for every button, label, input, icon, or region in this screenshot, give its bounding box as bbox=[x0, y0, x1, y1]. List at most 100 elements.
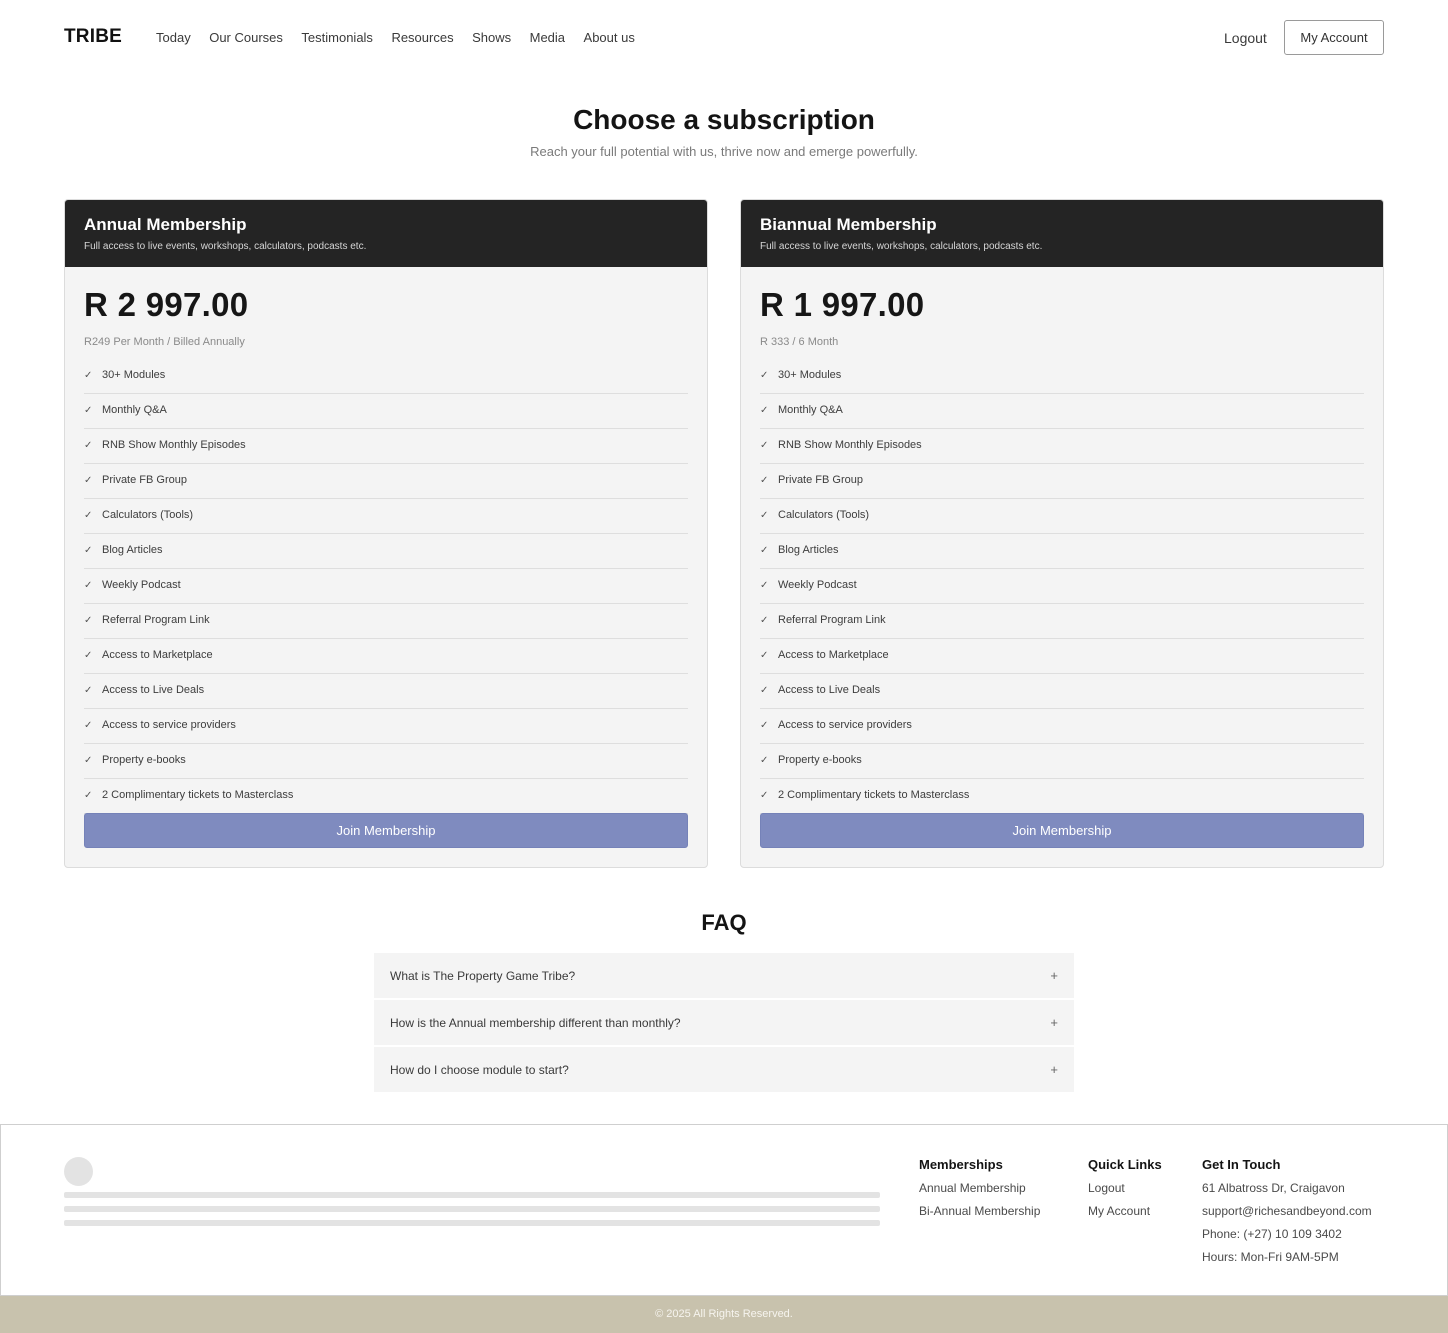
join-annual-button[interactable]: Join Membership bbox=[84, 813, 688, 848]
feature-label: Weekly Podcast bbox=[778, 579, 857, 591]
feature-item: ✓ Property e-books bbox=[760, 744, 1364, 779]
my-account-button[interactable]: My Account bbox=[1284, 20, 1384, 55]
nav-item-today[interactable]: Today bbox=[156, 30, 191, 45]
check-icon: ✓ bbox=[760, 719, 769, 731]
main-nav: Today Our Courses Testimonials Resources… bbox=[156, 30, 653, 45]
footer-heading: Get In Touch bbox=[1202, 1157, 1281, 1172]
check-icon: ✓ bbox=[84, 579, 93, 591]
faq-item[interactable]: How is the Annual membership different t… bbox=[374, 1000, 1074, 1045]
footer-email[interactable]: support@richesandbeyond.com bbox=[1202, 1204, 1372, 1218]
check-icon: ✓ bbox=[84, 754, 93, 766]
feature-item: ✓ Blog Articles bbox=[760, 534, 1364, 569]
nav-item-testimonials[interactable]: Testimonials bbox=[301, 30, 373, 45]
check-icon: ✓ bbox=[760, 649, 769, 661]
feature-item: ✓ RNB Show Monthly Episodes bbox=[760, 429, 1364, 464]
footer-text-placeholder bbox=[64, 1192, 880, 1198]
feature-label: Monthly Q&A bbox=[778, 404, 843, 416]
feature-list: ✓ 30+ Modules ✓ Monthly Q&A ✓ RNB Show Mont… bbox=[760, 359, 1364, 814]
feature-label: Referral Program Link bbox=[778, 614, 886, 626]
feature-label: Private FB Group bbox=[102, 474, 187, 486]
footer-link-annual[interactable]: Annual Membership bbox=[919, 1181, 1040, 1195]
nav-item-shows[interactable]: Shows bbox=[472, 30, 511, 45]
logout-link[interactable]: Logout bbox=[1224, 30, 1267, 46]
check-icon: ✓ bbox=[760, 369, 769, 381]
feature-label: 2 Complimentary tickets to Masterclass bbox=[778, 789, 970, 801]
faq-item[interactable]: How do I choose module to start? + bbox=[374, 1047, 1074, 1092]
check-icon: ✓ bbox=[760, 754, 769, 766]
faq-title: FAQ bbox=[701, 910, 747, 935]
site-logo[interactable]: TRIBE bbox=[64, 26, 122, 48]
feature-list: ✓ 30+ Modules ✓ Monthly Q&A ✓ RNB Show Mont… bbox=[84, 359, 688, 814]
feature-item: ✓ Weekly Podcast bbox=[760, 569, 1364, 604]
plan-title: Annual Membership bbox=[84, 215, 247, 234]
footer-text-placeholder bbox=[64, 1220, 880, 1226]
feature-label: Blog Articles bbox=[778, 544, 839, 556]
feature-item: ✓ Weekly Podcast bbox=[84, 569, 688, 604]
footer-contact: Get In Touch 61 Albatross Dr, Craigavon … bbox=[1202, 1157, 1372, 1273]
check-icon: ✓ bbox=[760, 509, 769, 521]
feature-label: 30+ Modules bbox=[102, 369, 166, 381]
plan-price: R 2 997.00 bbox=[84, 286, 249, 323]
check-icon: ✓ bbox=[84, 474, 93, 486]
feature-item: ✓ Blog Articles bbox=[84, 534, 688, 569]
faq-question: How do I choose module to start? bbox=[390, 1062, 569, 1077]
plus-icon[interactable]: + bbox=[1050, 1015, 1058, 1030]
check-icon: ✓ bbox=[84, 649, 93, 661]
feature-label: Access to Live Deals bbox=[102, 684, 205, 696]
nav-item-media[interactable]: Media bbox=[530, 30, 565, 45]
check-icon: ✓ bbox=[84, 544, 93, 556]
footer-link-bi-annual[interactable]: Bi-Annual Membership bbox=[919, 1204, 1040, 1218]
plus-icon[interactable]: + bbox=[1050, 968, 1058, 983]
feature-label: Calculators (Tools) bbox=[778, 509, 870, 521]
feature-item: ✓ RNB Show Monthly Episodes bbox=[84, 429, 688, 464]
site-header: TRIBE Today Our Courses Testimonials Res… bbox=[0, 0, 1448, 76]
footer-hours: Hours: Mon-Fri 9AM-5PM bbox=[1202, 1250, 1339, 1264]
check-icon: ✓ bbox=[760, 579, 769, 591]
feature-item: ✓ Referral Program Link bbox=[84, 604, 688, 639]
feature-item: ✓ 30+ Modules bbox=[760, 359, 1364, 394]
copyright-bar: © 2025 All Rights Reserved. bbox=[0, 1296, 1448, 1333]
plan-price: R 1 997.00 bbox=[760, 286, 925, 323]
feature-item: ✓ 2 Complimentary tickets to Masterclass bbox=[84, 779, 688, 814]
footer-link-logout[interactable]: Logout bbox=[1088, 1181, 1162, 1195]
feature-label: Access to Live Deals bbox=[778, 684, 881, 696]
footer-link-my-account[interactable]: My Account bbox=[1088, 1204, 1162, 1218]
feature-item: ✓ Access to service providers bbox=[760, 709, 1364, 744]
footer-quick-links: Quick Links Logout My Account bbox=[1088, 1157, 1162, 1227]
check-icon: ✓ bbox=[84, 719, 93, 731]
check-icon: ✓ bbox=[760, 404, 769, 416]
plan-description: Full access to live events, workshops, c… bbox=[84, 241, 367, 252]
nav-item-about-us[interactable]: About us bbox=[584, 30, 635, 45]
feature-item: ✓ Property e-books bbox=[84, 744, 688, 779]
feature-item: ✓ Referral Program Link bbox=[760, 604, 1364, 639]
check-icon: ✓ bbox=[84, 684, 93, 696]
check-icon: ✓ bbox=[760, 474, 769, 486]
feature-item: ✓ Access to Marketplace bbox=[760, 639, 1364, 674]
feature-item: ✓ 30+ Modules bbox=[84, 359, 688, 394]
feature-label: Property e-books bbox=[102, 754, 186, 766]
feature-label: Referral Program Link bbox=[102, 614, 210, 626]
feature-label: Private FB Group bbox=[778, 474, 863, 486]
footer-memberships: Memberships Annual Membership Bi-Annual … bbox=[919, 1157, 1040, 1227]
faq-question: How is the Annual membership different t… bbox=[390, 1015, 681, 1030]
plan-card-header: Biannual Membership Full access to live … bbox=[741, 200, 1383, 267]
check-icon: ✓ bbox=[760, 544, 769, 556]
feature-item: ✓ Access to Marketplace bbox=[84, 639, 688, 674]
feature-label: Blog Articles bbox=[102, 544, 163, 556]
check-icon: ✓ bbox=[84, 509, 93, 521]
nav-item-our-courses[interactable]: Our Courses bbox=[209, 30, 283, 45]
feature-item: ✓ Access to Live Deals bbox=[760, 674, 1364, 709]
feature-label: Calculators (Tools) bbox=[102, 509, 194, 521]
check-icon: ✓ bbox=[84, 789, 93, 801]
feature-item: ✓ Access to service providers bbox=[84, 709, 688, 744]
feature-item: ✓ Private FB Group bbox=[84, 464, 688, 499]
faq-item[interactable]: What is The Property Game Tribe? + bbox=[374, 953, 1074, 998]
feature-item: ✓ Access to Live Deals bbox=[84, 674, 688, 709]
plan-billing: R249 Per Month / Billed Annually bbox=[84, 336, 245, 348]
nav-item-resources[interactable]: Resources bbox=[391, 30, 453, 45]
feature-label: Weekly Podcast bbox=[102, 579, 181, 591]
feature-label: Access to Marketplace bbox=[778, 649, 889, 661]
plus-icon[interactable]: + bbox=[1050, 1062, 1058, 1077]
join-biannual-button[interactable]: Join Membership bbox=[760, 813, 1364, 848]
check-icon: ✓ bbox=[84, 369, 93, 381]
